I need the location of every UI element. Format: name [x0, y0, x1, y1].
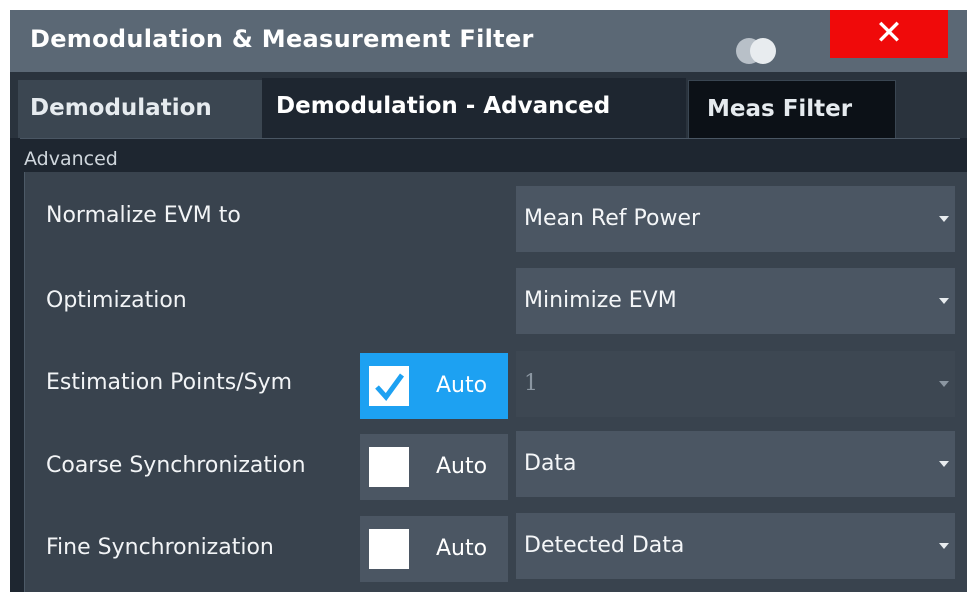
chevron-down-icon	[939, 298, 949, 304]
checkbox-checked-icon	[369, 366, 409, 406]
group-label-advanced: Advanced	[24, 148, 118, 170]
optimization-dropdown[interactable]: Minimize EVM	[516, 268, 955, 334]
close-button[interactable]: ✕	[830, 10, 948, 58]
chevron-down-icon	[939, 381, 949, 387]
toggle-knob-front	[750, 38, 776, 64]
fine-sync-value: Detected Data	[524, 533, 685, 558]
optimization-label: Optimization	[46, 288, 187, 313]
coarse-sync-dropdown[interactable]: Data	[516, 431, 955, 497]
fine-sync-label: Fine Synchronization	[46, 535, 274, 560]
estimation-points-auto-button[interactable]: Auto	[360, 353, 508, 419]
normalize-evm-label: Normalize EVM to	[46, 203, 241, 228]
tab-demodulation-advanced[interactable]: Demodulation - Advanced	[262, 78, 686, 138]
optimization-value: Minimize EVM	[524, 288, 677, 313]
chevron-down-icon	[939, 543, 949, 549]
checkmark-icon	[375, 373, 405, 401]
normalize-evm-dropdown[interactable]: Mean Ref Power	[516, 186, 955, 252]
fine-sync-auto-button[interactable]: Auto	[360, 516, 508, 582]
auto-label: Auto	[436, 536, 488, 561]
auto-label: Auto	[436, 454, 488, 479]
tab-strip: Demodulation Demodulation - Advanced Mea…	[10, 72, 967, 138]
auto-label: Auto	[436, 373, 488, 398]
estimation-points-value: 1	[524, 371, 538, 396]
dialog-body: Demodulation Demodulation - Advanced Mea…	[10, 72, 967, 592]
normalize-evm-value: Mean Ref Power	[524, 206, 701, 231]
fine-sync-dropdown[interactable]: Detected Data	[516, 513, 955, 579]
estimation-points-label: Estimation Points/Sym	[46, 370, 293, 395]
estimation-points-dropdown: 1	[516, 351, 955, 417]
title-bar: Demodulation & Measurement Filter ✕	[10, 10, 967, 72]
tab-demodulation[interactable]: Demodulation	[18, 80, 262, 138]
toggle-switch[interactable]	[736, 38, 780, 64]
chevron-down-icon	[939, 216, 949, 222]
checkbox-unchecked-icon	[369, 447, 409, 487]
dialog-title: Demodulation & Measurement Filter	[30, 25, 534, 53]
dialog: Demodulation & Measurement Filter ✕ Demo…	[0, 0, 967, 592]
tab-meas-filter[interactable]: Meas Filter	[688, 80, 896, 138]
coarse-sync-value: Data	[524, 451, 577, 476]
checkbox-unchecked-icon	[369, 529, 409, 569]
group-divider	[20, 138, 960, 175]
coarse-sync-label: Coarse Synchronization	[46, 453, 306, 478]
coarse-sync-auto-button[interactable]: Auto	[360, 434, 508, 500]
chevron-down-icon	[939, 461, 949, 467]
